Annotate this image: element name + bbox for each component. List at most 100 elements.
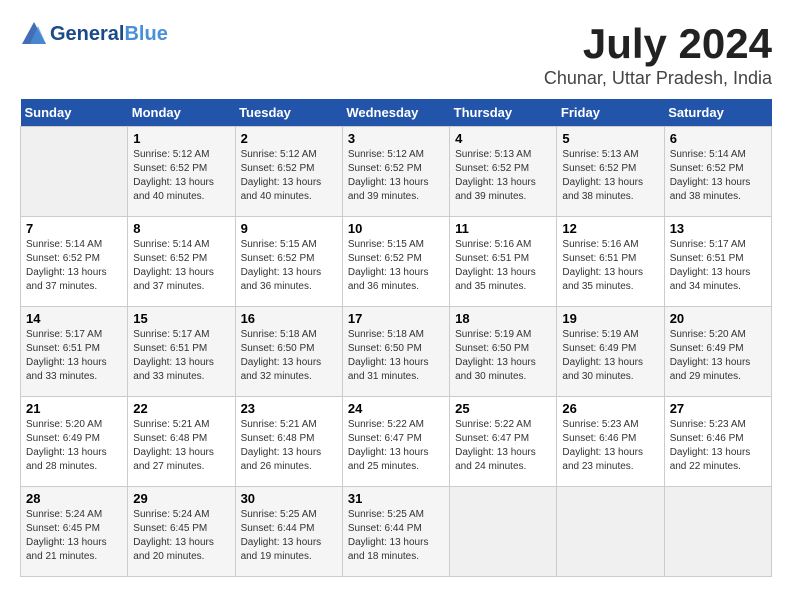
weekday-header-row: SundayMondayTuesdayWednesdayThursdayFrid… [21,99,772,127]
day-number: 3 [348,131,444,146]
day-number: 25 [455,401,551,416]
day-number: 10 [348,221,444,236]
day-number: 9 [241,221,337,236]
cell-info: Sunrise: 5:12 AMSunset: 6:52 PMDaylight:… [241,148,337,204]
cell-info: Sunrise: 5:20 AMSunset: 6:49 PMDaylight:… [26,418,122,474]
cell-info: Sunrise: 5:16 AMSunset: 6:51 PMDaylight:… [562,238,658,294]
location-subtitle: Chunar, Uttar Pradesh, India [544,68,772,89]
cell-info: Sunrise: 5:12 AMSunset: 6:52 PMDaylight:… [133,148,229,204]
calendar-cell: 11Sunrise: 5:16 AMSunset: 6:51 PMDayligh… [450,217,557,307]
day-number: 6 [670,131,766,146]
header: GeneralBlue July 2024 Chunar, Uttar Prad… [20,20,772,89]
day-number: 14 [26,311,122,326]
cell-info: Sunrise: 5:14 AMSunset: 6:52 PMDaylight:… [133,238,229,294]
day-number: 11 [455,221,551,236]
weekday-header-friday: Friday [557,99,664,127]
day-number: 30 [241,491,337,506]
calendar-cell [557,487,664,577]
day-number: 12 [562,221,658,236]
cell-info: Sunrise: 5:14 AMSunset: 6:52 PMDaylight:… [670,148,766,204]
calendar-cell: 1 Sunrise: 5:12 AMSunset: 6:52 PMDaylight… [128,127,235,217]
month-year-title: July 2024 [544,20,772,68]
calendar-cell: 5 Sunrise: 5:13 AMSunset: 6:52 PMDaylight… [557,127,664,217]
calendar-cell: 13 Sunrise: 5:17 AMSunset: 6:51 PMDayligh… [664,217,771,307]
weekday-header-saturday: Saturday [664,99,771,127]
calendar-cell: 19Sunrise: 5:19 AMSunset: 6:49 PMDayligh… [557,307,664,397]
logo-blue: Blue [124,23,167,45]
calendar-cell: 12 Sunrise: 5:16 AMSunset: 6:51 PMDayligh… [557,217,664,307]
calendar-cell: 21Sunrise: 5:20 AMSunset: 6:49 PMDayligh… [21,397,128,487]
cell-info: Sunrise: 5:12 AMSunset: 6:52 PMDaylight:… [348,148,444,204]
day-number: 22 [133,401,229,416]
calendar-cell: 6 Sunrise: 5:14 AMSunset: 6:52 PMDaylight… [664,127,771,217]
cell-info: Sunrise: 5:13 AMSunset: 6:52 PMDaylight:… [562,148,658,204]
day-number: 31 [348,491,444,506]
weekday-header-tuesday: Tuesday [235,99,342,127]
day-number: 17 [348,311,444,326]
day-number: 23 [241,401,337,416]
day-number: 1 [133,131,229,146]
weekday-header-wednesday: Wednesday [342,99,449,127]
calendar-cell [450,487,557,577]
cell-info: Sunrise: 5:17 AMSunset: 6:51 PMDaylight:… [133,328,229,384]
calendar-cell: 26 Sunrise: 5:23 AMSunset: 6:46 PMDayligh… [557,397,664,487]
weekday-header-thursday: Thursday [450,99,557,127]
day-number: 2 [241,131,337,146]
day-number: 16 [241,311,337,326]
calendar-cell [21,127,128,217]
day-number: 7 [26,221,122,236]
cell-info: Sunrise: 5:21 AMSunset: 6:48 PMDaylight:… [241,418,337,474]
calendar-cell [664,487,771,577]
calendar-cell: 10 Sunrise: 5:15 AMSunset: 6:52 PMDayligh… [342,217,449,307]
cell-info: Sunrise: 5:13 AMSunset: 6:52 PMDaylight:… [455,148,551,204]
calendar-cell: 17 Sunrise: 5:18 AMSunset: 6:50 PMDayligh… [342,307,449,397]
logo: GeneralBlue [20,20,168,48]
cell-info: Sunrise: 5:18 AMSunset: 6:50 PMDaylight:… [241,328,337,384]
cell-info: Sunrise: 5:18 AMSunset: 6:50 PMDaylight:… [348,328,444,384]
cell-info: Sunrise: 5:15 AMSunset: 6:52 PMDaylight:… [241,238,337,294]
calendar-cell: 30 Sunrise: 5:25 AMSunset: 6:44 PMDayligh… [235,487,342,577]
calendar-cell: 14 Sunrise: 5:17 AMSunset: 6:51 PMDayligh… [21,307,128,397]
cell-info: Sunrise: 5:25 AMSunset: 6:44 PMDaylight:… [348,508,444,564]
calendar-cell: 25Sunrise: 5:22 AMSunset: 6:47 PMDayligh… [450,397,557,487]
calendar-cell: 20Sunrise: 5:20 AMSunset: 6:49 PMDayligh… [664,307,771,397]
cell-info: Sunrise: 5:22 AMSunset: 6:47 PMDaylight:… [348,418,444,474]
calendar-cell: 18 Sunrise: 5:19 AMSunset: 6:50 PMDayligh… [450,307,557,397]
cell-info: Sunrise: 5:23 AMSunset: 6:46 PMDaylight:… [562,418,658,474]
cell-info: Sunrise: 5:17 AMSunset: 6:51 PMDaylight:… [26,328,122,384]
calendar-cell: 9 Sunrise: 5:15 AMSunset: 6:52 PMDaylight… [235,217,342,307]
calendar-cell: 31 Sunrise: 5:25 AMSunset: 6:44 PMDayligh… [342,487,449,577]
calendar-cell: 27Sunrise: 5:23 AMSunset: 6:46 PMDayligh… [664,397,771,487]
cell-info: Sunrise: 5:19 AMSunset: 6:50 PMDaylight:… [455,328,551,384]
logo-general: General [50,23,124,45]
week-row-2: 7 Sunrise: 5:14 AMSunset: 6:52 PMDaylight… [21,217,772,307]
day-number: 19 [562,311,658,326]
day-number: 15 [133,311,229,326]
calendar-cell: 24 Sunrise: 5:22 AMSunset: 6:47 PMDayligh… [342,397,449,487]
day-number: 29 [133,491,229,506]
cell-info: Sunrise: 5:15 AMSunset: 6:52 PMDaylight:… [348,238,444,294]
calendar-cell: 7Sunrise: 5:14 AMSunset: 6:52 PMDaylight… [21,217,128,307]
cell-info: Sunrise: 5:21 AMSunset: 6:48 PMDaylight:… [133,418,229,474]
day-number: 13 [670,221,766,236]
week-row-3: 14 Sunrise: 5:17 AMSunset: 6:51 PMDayligh… [21,307,772,397]
week-row-1: 1 Sunrise: 5:12 AMSunset: 6:52 PMDaylight… [21,127,772,217]
calendar-cell: 3 Sunrise: 5:12 AMSunset: 6:52 PMDaylight… [342,127,449,217]
day-number: 8 [133,221,229,236]
day-number: 5 [562,131,658,146]
calendar-cell: 29 Sunrise: 5:24 AMSunset: 6:45 PMDayligh… [128,487,235,577]
calendar-cell: 15 Sunrise: 5:17 AMSunset: 6:51 PMDayligh… [128,307,235,397]
day-number: 24 [348,401,444,416]
day-number: 18 [455,311,551,326]
logo-icon [20,20,48,48]
cell-info: Sunrise: 5:24 AMSunset: 6:45 PMDaylight:… [133,508,229,564]
calendar-cell: 4Sunrise: 5:13 AMSunset: 6:52 PMDaylight… [450,127,557,217]
calendar-cell: 2 Sunrise: 5:12 AMSunset: 6:52 PMDaylight… [235,127,342,217]
title-area: July 2024 Chunar, Uttar Pradesh, India [544,20,772,89]
cell-info: Sunrise: 5:25 AMSunset: 6:44 PMDaylight:… [241,508,337,564]
day-number: 26 [562,401,658,416]
cell-info: Sunrise: 5:17 AMSunset: 6:51 PMDaylight:… [670,238,766,294]
week-row-5: 28Sunrise: 5:24 AMSunset: 6:45 PMDayligh… [21,487,772,577]
weekday-header-sunday: Sunday [21,99,128,127]
cell-info: Sunrise: 5:24 AMSunset: 6:45 PMDaylight:… [26,508,122,564]
